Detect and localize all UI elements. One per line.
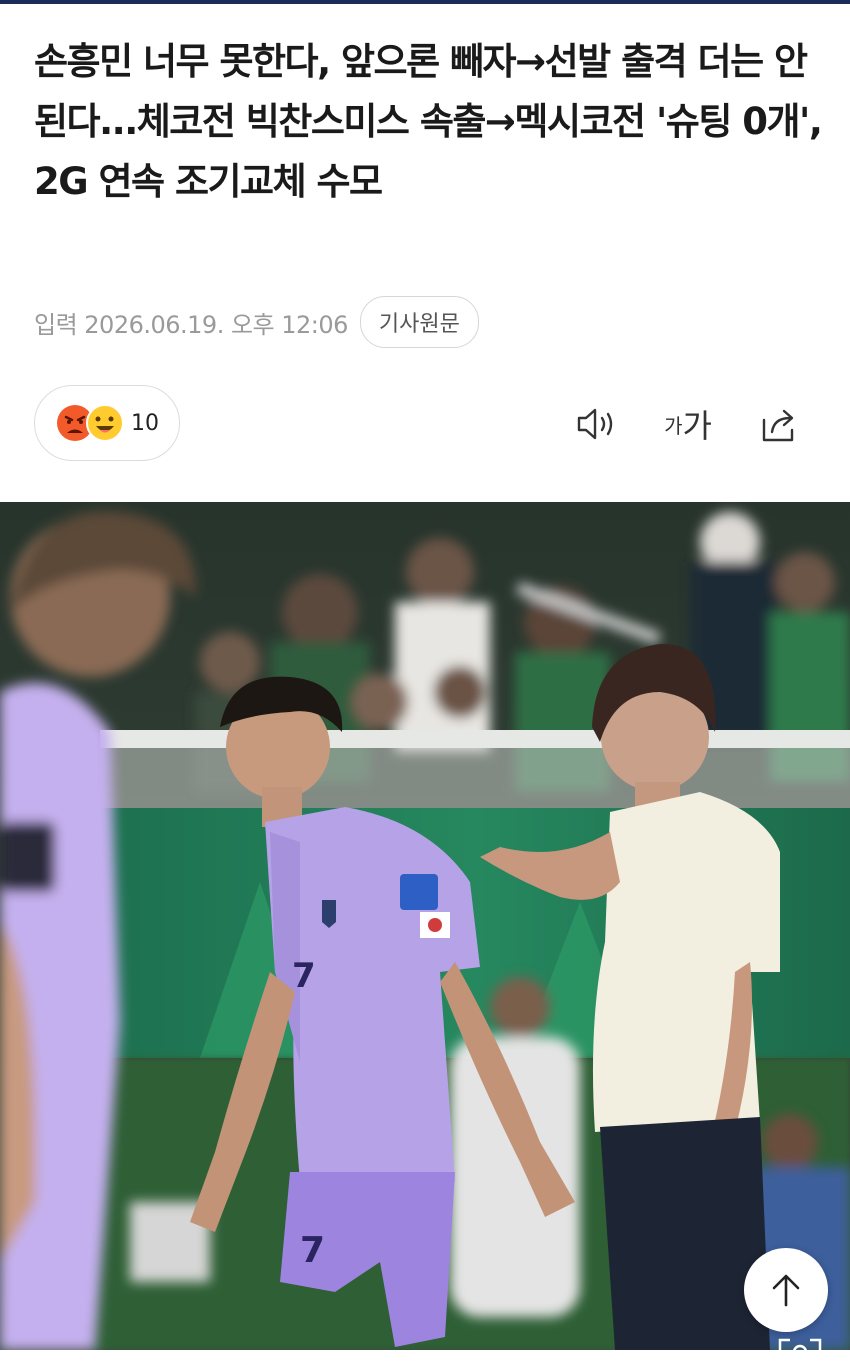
original-article-button[interactable]: 기사원문 — [359, 296, 479, 348]
svg-text:7: 7 — [292, 956, 316, 996]
reaction-emojis — [55, 403, 127, 443]
scroll-to-top-button[interactable] — [744, 1248, 828, 1332]
grinning-face-icon — [86, 404, 124, 442]
reaction-count: 10 — [131, 410, 159, 436]
news-photo-illustration: 7 7 — [0, 502, 850, 1350]
font-size-large-label: 가 — [682, 407, 712, 445]
svg-text:7: 7 — [300, 1230, 325, 1271]
article-photo: 7 7 — [0, 502, 850, 1350]
reaction-button[interactable]: 10 — [34, 385, 180, 461]
listen-button[interactable] — [574, 400, 620, 448]
arrow-up-icon — [772, 1274, 800, 1307]
publish-date: 입력 2026.06.19. 오후 12:06 — [34, 310, 348, 339]
font-size-button[interactable]: 가가 — [662, 400, 714, 448]
article-meta: 입력 2026.06.19. 오후 12:06 기사원문 — [34, 296, 479, 348]
article-title: 손흥민 너무 못한다, 앞으론 빼자→선발 출격 더는 안된다...체코전 빅찬… — [34, 40, 823, 203]
photo-zoom-icon[interactable] — [778, 1336, 822, 1360]
share-button[interactable] — [756, 400, 802, 448]
speaker-icon — [577, 408, 613, 440]
top-accent-bar — [0, 0, 850, 4]
font-size-small-label: 가 — [664, 413, 683, 438]
share-icon — [762, 409, 794, 442]
